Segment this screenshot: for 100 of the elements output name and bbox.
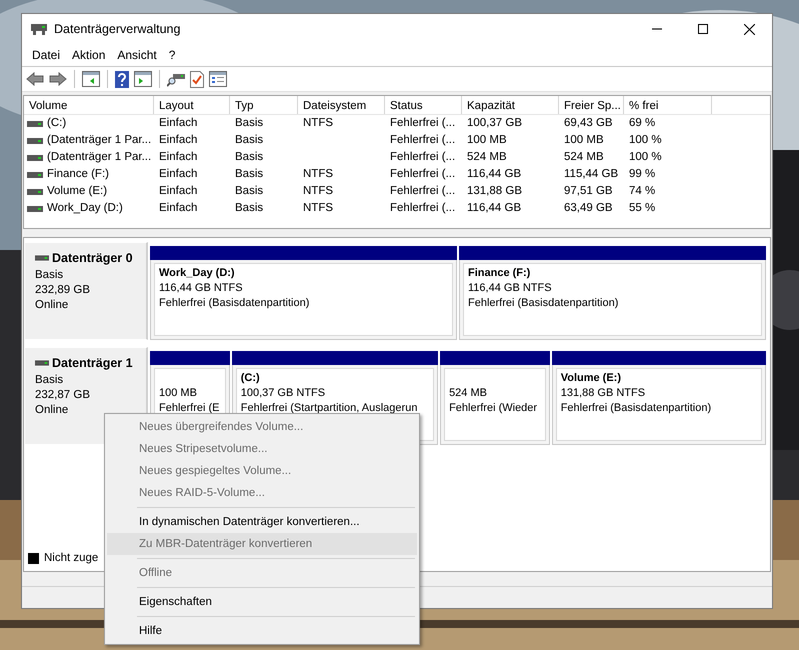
disk-info: 232,89 GB xyxy=(35,282,91,298)
menu-item[interactable]: Hilfe xyxy=(107,620,417,642)
table-cell-text: Basis xyxy=(235,133,264,148)
menu-item[interactable]: Aktion xyxy=(66,46,112,64)
forward-icon[interactable] xyxy=(49,72,67,86)
disk-info: 232,87 GB xyxy=(35,388,91,403)
partition-panel[interactable]: Finance (F:) 116,44 GB NTFS Fehlerfrei (Basisdatenpartition) xyxy=(459,260,766,340)
drive-icon xyxy=(27,206,43,212)
disk-label-panel[interactable]: Datenträger 0 Basis 232,89 GB Online xyxy=(24,242,148,340)
table-cell-text: 524 MB xyxy=(564,150,604,165)
column-header[interactable]: Layout xyxy=(154,96,230,114)
table-cell-text: 116,44 GB xyxy=(467,201,522,216)
partition-size: 100 MB xyxy=(159,386,197,401)
table-cell-text: Basis xyxy=(235,116,264,131)
table-cell-text: 97,51 GB xyxy=(564,184,613,199)
disk-drive-icon xyxy=(30,21,48,37)
table-cell-text: Einfach xyxy=(159,201,198,216)
partition-panel[interactable]: 524 MB Fehlerfrei (Wieder xyxy=(440,365,550,445)
drive-icon xyxy=(35,360,49,366)
table-cell-text: 100 % xyxy=(629,133,662,148)
menu-item[interactable]: Eigenschaften xyxy=(107,591,417,613)
partition-title: Work_Day (D:) xyxy=(159,266,235,281)
table-cell-text: Einfach xyxy=(159,150,198,165)
table-cell-text: Volume (E:) xyxy=(47,184,108,199)
table-cell-text: Fehlerfrei (... xyxy=(390,201,456,216)
checklist-page-icon[interactable] xyxy=(190,70,204,88)
table-cell-text: (Datenträger 1 Par... xyxy=(47,133,152,148)
table-cell-text: Fehlerfrei (... xyxy=(390,167,456,182)
help-icon[interactable] xyxy=(115,70,129,88)
disk-info: Basis xyxy=(35,268,64,283)
menu-item[interactable]: In dynamischen Datenträger konvertieren... xyxy=(107,511,417,533)
column-header[interactable]: Freier Sp... xyxy=(559,96,624,114)
table-cell-text: NTFS xyxy=(303,167,334,182)
table-cell-text: 100 % xyxy=(629,150,662,165)
table-cell-text: Basis xyxy=(235,150,264,165)
table-cell-text: 131,88 GB xyxy=(467,184,522,199)
column-header[interactable]: Dateisystem xyxy=(298,96,385,114)
close-icon xyxy=(744,24,754,34)
partition-title: Finance (F:) xyxy=(468,266,530,281)
table-cell-text: Fehlerfrei (... xyxy=(390,150,456,165)
table-cell-text: 63,49 GB xyxy=(564,201,613,216)
table-cell-text: 100,37 GB xyxy=(467,116,522,131)
partition-status: Fehlerfrei (Wieder xyxy=(449,401,538,416)
table-cell-text: 69,43 GB xyxy=(564,116,613,131)
table-cell-text: 99 % xyxy=(629,167,656,182)
partition-title: (C:) xyxy=(240,371,260,386)
table-cell-text: 100 MB xyxy=(564,133,604,148)
partition-panel[interactable]: Volume (E:) 131,88 GB NTFS Fehlerfrei (Basisdatenpartition) xyxy=(552,365,766,445)
disk-name: Datenträger 1 xyxy=(52,355,133,372)
table-cell-text: Einfach xyxy=(159,184,198,199)
table-cell-text: Work_Day (D:) xyxy=(47,201,123,216)
console-tree-icon[interactable] xyxy=(82,71,100,87)
table-cell-text: 116,44 GB xyxy=(467,167,522,182)
table-cell-text: 115,44 GB xyxy=(564,167,618,182)
table-cell-text: NTFS xyxy=(303,201,334,216)
table-cell-text: 74 % xyxy=(629,184,656,199)
table-cell-text: 524 MB xyxy=(467,150,507,165)
table-cell-text: NTFS xyxy=(303,184,334,199)
table-cell-text: Fehlerfrei (... xyxy=(390,116,456,131)
drive-icon xyxy=(27,188,43,194)
disk-info: Online xyxy=(35,298,70,313)
drive-icon xyxy=(27,154,43,160)
action-pane-icon[interactable] xyxy=(134,71,152,87)
partition-title: Volume (E:) xyxy=(560,371,621,386)
table-cell-text: Fehlerfrei (... xyxy=(390,184,456,199)
table-cell-text: Basis xyxy=(235,201,264,216)
table-cell-text: (C:) xyxy=(47,116,66,131)
table-cell-text: Fehlerfrei (... xyxy=(390,133,456,148)
table-cell-text: (Datenträger 1 Par... xyxy=(47,150,152,165)
disk-search-icon[interactable] xyxy=(167,71,185,87)
table-cell-text: Basis xyxy=(235,184,264,199)
table-cell-text: 69 % xyxy=(629,116,656,131)
table-cell-text: 55 % xyxy=(629,201,656,216)
properties-icon[interactable] xyxy=(209,71,227,87)
menu-item[interactable]: Datei xyxy=(26,46,66,64)
table-cell-text: NTFS xyxy=(303,116,334,131)
partition-status: Fehlerfrei (Startpartition, Auslagerun xyxy=(240,401,418,416)
column-header[interactable]: Typ xyxy=(230,96,298,114)
column-header[interactable]: Volume xyxy=(24,96,154,114)
back-icon[interactable] xyxy=(26,72,44,86)
drive-icon xyxy=(35,255,49,262)
column-header[interactable]: Status xyxy=(385,96,462,114)
column-header[interactable]: % frei xyxy=(624,96,712,114)
menu-item[interactable]: Ansicht xyxy=(111,46,163,64)
partition-size: 524 MB xyxy=(449,386,487,401)
legend-label: Nicht zuge xyxy=(44,550,98,566)
drive-icon xyxy=(27,172,43,178)
partition-status: Fehlerfrei (E xyxy=(159,401,220,416)
table-cell-text: Basis xyxy=(235,167,264,182)
menu-item[interactable]: ? xyxy=(162,46,182,64)
maximize-icon xyxy=(698,24,708,34)
table-cell-text: Einfach xyxy=(159,133,198,148)
column-header[interactable]: Kapazität xyxy=(462,96,559,114)
partition-size: 116,44 GB NTFS xyxy=(468,281,552,296)
window-title: Datenträgerverwaltung xyxy=(54,20,180,38)
disk-name: Datenträger 0 xyxy=(52,250,133,267)
partition-panel[interactable]: Work_Day (D:) 116,44 GB NTFS Fehlerfrei (Basisdatenpartition) xyxy=(150,260,457,340)
drive-icon xyxy=(27,120,43,126)
disk-info: Basis xyxy=(35,372,64,388)
table-cell-text: Finance (F:) xyxy=(47,167,109,182)
